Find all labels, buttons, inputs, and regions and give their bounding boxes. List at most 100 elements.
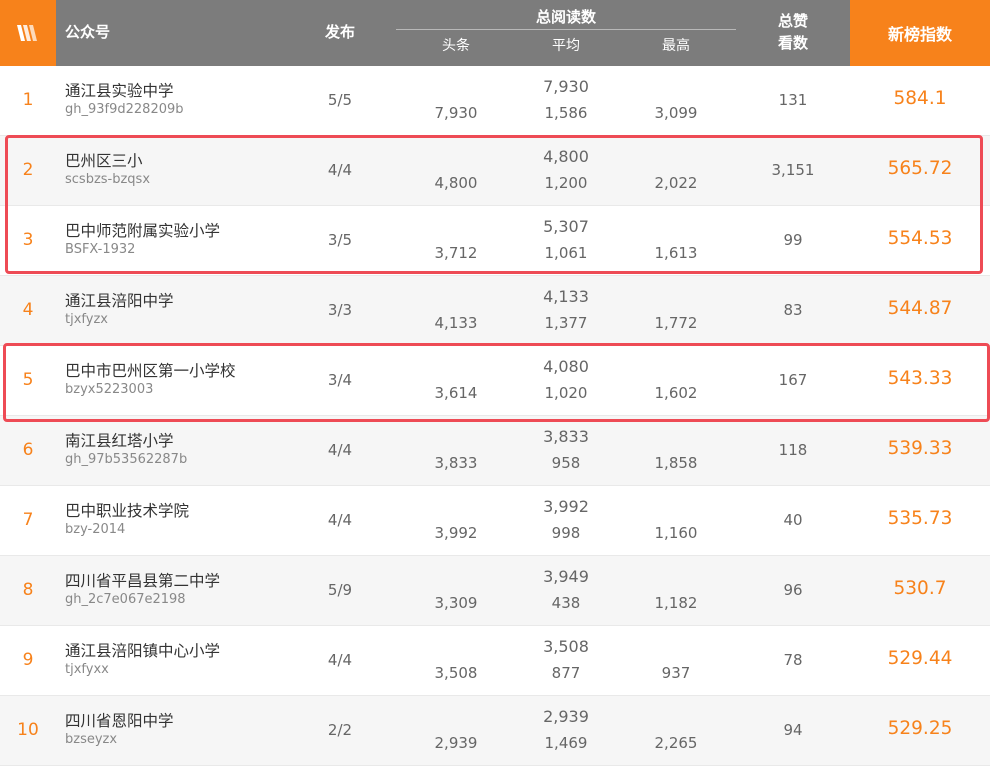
account-id[interactable]: bzseyzx xyxy=(65,732,117,747)
account-name[interactable]: 四川省平昌县第二中学 xyxy=(65,569,220,591)
index-score: 584.1 xyxy=(893,88,947,109)
likes-column-header-line2[interactable]: 看数 xyxy=(753,33,833,53)
account-name[interactable]: 四川省恩阳中学 xyxy=(65,709,174,731)
max-reads: 3,099 xyxy=(654,104,698,122)
total-reads-column-header[interactable]: 总阅读数 xyxy=(516,7,616,27)
average-reads: 1,061 xyxy=(544,244,588,262)
average-reads: 1,586 xyxy=(544,104,588,122)
table-row[interactable]: 5 巴中市巴州区第一小学校 bzyx5223003 3/4 4,080 3,614 1,02… xyxy=(0,346,990,416)
likes-count: 78 xyxy=(783,651,803,669)
average-reads: 1,469 xyxy=(544,734,588,752)
index-score: 544.87 xyxy=(887,298,953,319)
publish-count: 3/3 xyxy=(327,301,353,319)
publish-count: 5/9 xyxy=(327,581,353,599)
headline-column-header[interactable]: 头条 xyxy=(406,36,506,56)
account-name[interactable]: 通江县实验中学 xyxy=(65,79,174,101)
table-row[interactable]: 8 四川省平昌县第二中学 gh_2c7e067e2198 5/9 3,949 3,309 4… xyxy=(0,556,990,626)
index-score: 535.73 xyxy=(887,508,953,529)
max-reads: 1,613 xyxy=(654,244,698,262)
account-name[interactable]: 南江县红塔小学 xyxy=(65,429,174,451)
total-reads: 3,833 xyxy=(543,427,589,446)
average-reads: 1,200 xyxy=(544,174,588,192)
total-reads: 3,992 xyxy=(543,497,589,516)
headline-reads: 4,133 xyxy=(434,314,478,332)
index-score: 529.44 xyxy=(887,648,953,669)
table-row[interactable]: 3 巴中师范附属实验小学 BSFX-1932 3/5 5,307 3,712 1,061 1,… xyxy=(0,206,990,276)
index-column-header[interactable]: 新榜指数 xyxy=(850,0,990,66)
account-id[interactable]: tjxfyxx xyxy=(65,662,109,677)
account-name[interactable]: 巴州区三小 xyxy=(65,149,143,171)
account-id[interactable]: bzyx5223003 xyxy=(65,382,153,397)
max-reads: 1,182 xyxy=(654,594,698,612)
table-row[interactable]: 10 四川省恩阳中学 bzseyzx 2/2 2,939 2,939 1,469 2,265 9… xyxy=(0,696,990,766)
max-reads: 1,602 xyxy=(654,384,698,402)
table-row[interactable]: 6 南江县红塔小学 gh_97b53562287b 4/4 3,833 3,833 958 1… xyxy=(0,416,990,486)
average-reads: 1,020 xyxy=(544,384,588,402)
likes-count: 99 xyxy=(783,231,803,249)
rank-cell: 8 xyxy=(22,580,34,600)
account-column-header[interactable]: 公众号 xyxy=(65,22,110,42)
account-id[interactable]: gh_93f9d228209b xyxy=(65,102,184,117)
index-score: 539.33 xyxy=(887,438,953,459)
average-column-header[interactable]: 平均 xyxy=(516,36,616,56)
account-id[interactable]: BSFX-1932 xyxy=(65,242,135,257)
likes-count: 83 xyxy=(783,301,803,319)
index-score: 530.7 xyxy=(893,578,947,599)
headline-reads: 3,992 xyxy=(434,524,478,542)
account-name[interactable]: 巴中师范附属实验小学 xyxy=(65,219,220,241)
publish-column-header[interactable]: 发布 xyxy=(310,22,370,42)
average-reads: 958 xyxy=(551,454,581,472)
table-row[interactable]: 9 通江县涪阳镇中心小学 tjxfyxx 4/4 3,508 3,508 877 937 78 5… xyxy=(0,626,990,696)
headline-reads: 7,930 xyxy=(434,104,478,122)
likes-count: 40 xyxy=(783,511,803,529)
account-id[interactable]: scsbzs-bzqsx xyxy=(65,172,150,187)
total-reads: 3,508 xyxy=(543,637,589,656)
account-name[interactable]: 巴中市巴州区第一小学校 xyxy=(65,359,236,381)
total-reads: 3,949 xyxy=(543,567,589,586)
table-row[interactable]: 7 巴中职业技术学院 bzy-2014 4/4 3,992 3,992 998 1,160 40… xyxy=(0,486,990,556)
account-id[interactable]: gh_2c7e067e2198 xyxy=(65,592,186,607)
account-name[interactable]: 巴中职业技术学院 xyxy=(65,499,189,521)
total-reads: 4,133 xyxy=(543,287,589,306)
max-reads: 1,160 xyxy=(654,524,698,542)
table-row[interactable]: 2 巴州区三小 scsbzs-bzqsx 4/4 4,800 4,800 1,200 2,02… xyxy=(0,136,990,206)
likes-column-header-line1[interactable]: 总赞 xyxy=(753,11,833,31)
account-name[interactable]: 通江县涪阳镇中心小学 xyxy=(65,639,220,661)
index-score: 554.53 xyxy=(887,228,953,249)
table-row[interactable]: 1 通江县实验中学 gh_93f9d228209b 5/5 7,930 7,930 1,58… xyxy=(0,66,990,136)
publish-count: 3/5 xyxy=(327,231,353,249)
total-reads: 5,307 xyxy=(543,217,589,236)
w-logo-icon xyxy=(17,25,37,41)
account-id[interactable]: gh_97b53562287b xyxy=(65,452,187,467)
account-id[interactable]: bzy-2014 xyxy=(65,522,125,537)
account-name[interactable]: 通江县涪阳中学 xyxy=(65,289,174,311)
total-reads: 2,939 xyxy=(543,707,589,726)
rank-cell: 9 xyxy=(22,650,34,670)
max-reads: 1,772 xyxy=(654,314,698,332)
max-reads: 2,265 xyxy=(654,734,698,752)
total-reads: 4,080 xyxy=(543,357,589,376)
logo[interactable] xyxy=(0,0,56,66)
table-row[interactable]: 4 通江县涪阳中学 tjxfyzx 3/3 4,133 4,133 1,377 1,772 83… xyxy=(0,276,990,346)
average-reads: 998 xyxy=(551,524,581,542)
headline-reads: 3,508 xyxy=(434,664,478,682)
index-score: 565.72 xyxy=(887,158,953,179)
likes-count: 3,151 xyxy=(771,161,815,179)
publish-count: 4/4 xyxy=(327,511,353,529)
likes-count: 118 xyxy=(778,441,808,459)
max-reads: 1,858 xyxy=(654,454,698,472)
max-column-header[interactable]: 最高 xyxy=(626,36,726,56)
index-score: 543.33 xyxy=(887,368,953,389)
rank-cell: 3 xyxy=(22,230,34,250)
publish-count: 4/4 xyxy=(327,651,353,669)
headline-reads: 3,833 xyxy=(434,454,478,472)
rank-cell: 5 xyxy=(22,370,34,390)
max-reads: 2,022 xyxy=(654,174,698,192)
total-reads: 4,800 xyxy=(543,147,589,166)
likes-count: 131 xyxy=(778,91,808,109)
likes-count: 96 xyxy=(783,581,803,599)
average-reads: 438 xyxy=(551,594,581,612)
total-reads: 7,930 xyxy=(543,77,589,96)
account-id[interactable]: tjxfyzx xyxy=(65,312,108,327)
table-header: 公众号 发布 总阅读数 头条 平均 最高 总赞 看数 新榜指数 xyxy=(0,0,990,66)
